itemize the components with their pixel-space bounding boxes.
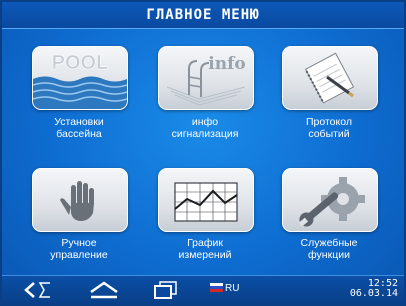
- main-menu-screen: ГЛАВНОЕ МЕНЮ POOL Установки бассейна info…: [0, 0, 406, 306]
- status-bar: RU 12:52 06.03.14: [2, 275, 404, 304]
- home-icon[interactable]: [88, 280, 120, 300]
- svg-text:info: info: [208, 54, 245, 74]
- info-alarm-label: инфо сигнализация: [171, 116, 239, 140]
- service-functions-label: Служебные функции: [300, 237, 358, 261]
- clock: 12:52 06.03.14: [350, 279, 398, 299]
- windows-icon[interactable]: [152, 280, 180, 300]
- info-ladder-icon: info: [166, 54, 246, 106]
- wrench-gear-icon: [298, 177, 365, 227]
- service-functions-tile[interactable]: [282, 168, 378, 232]
- event-log-tile[interactable]: [282, 46, 378, 110]
- pool-icon: POOL: [33, 52, 127, 109]
- measurement-chart-label: График измерений: [178, 237, 232, 261]
- pool-settings-label: Установки бассейна: [54, 116, 104, 140]
- notepad-pen-icon: [304, 52, 355, 104]
- russia-flag-icon: [210, 283, 223, 292]
- measurement-chart-tile[interactable]: [158, 168, 254, 232]
- date-text: 06.03.14: [349, 288, 398, 299]
- line-chart-icon: [174, 182, 238, 222]
- hand-icon: [60, 181, 94, 221]
- pool-settings-tile[interactable]: POOL: [32, 46, 128, 110]
- event-log-label: Протокол событий: [306, 116, 352, 140]
- info-alarm-tile[interactable]: info: [158, 46, 254, 110]
- manual-control-tile[interactable]: [32, 168, 128, 232]
- language-selector[interactable]: RU: [210, 283, 239, 294]
- page-title: ГЛАВНОЕ МЕНЮ: [2, 2, 404, 29]
- manual-control-label: Ручное управление: [50, 237, 108, 261]
- back-icon[interactable]: [24, 280, 52, 300]
- svg-text:POOL: POOL: [52, 52, 109, 74]
